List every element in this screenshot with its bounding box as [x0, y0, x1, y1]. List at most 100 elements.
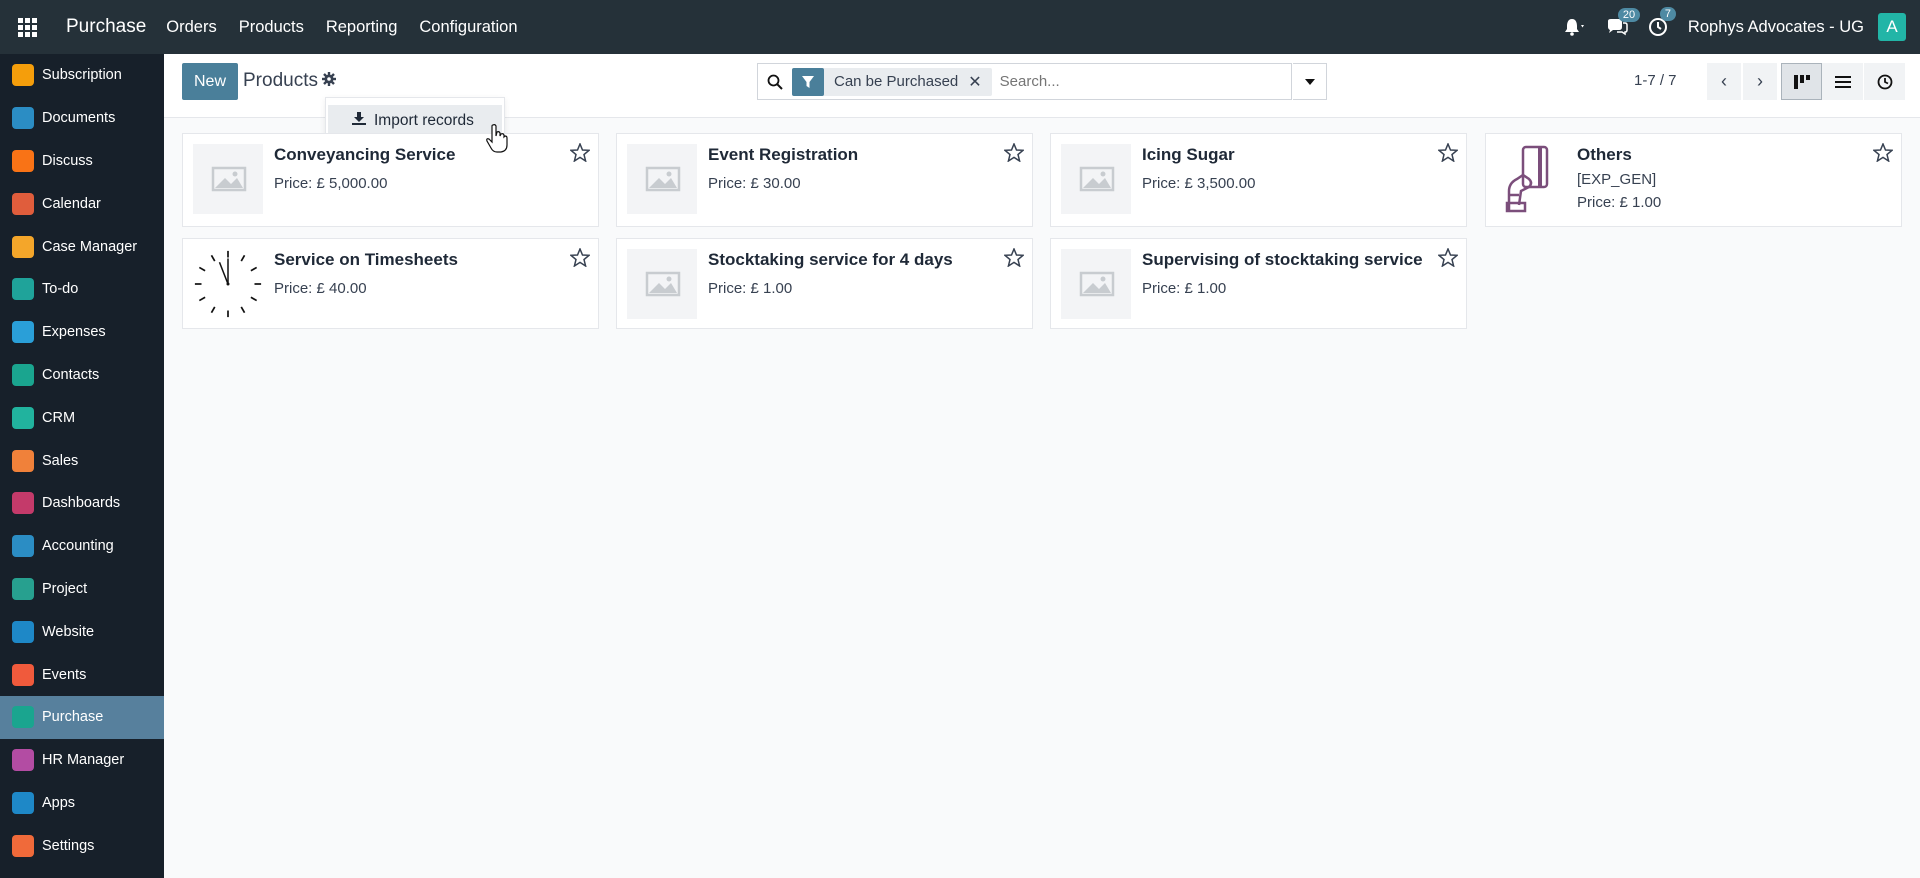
search-icon[interactable] — [762, 74, 788, 90]
product-price: Price: £ 5,000.00 — [274, 175, 388, 192]
sidebar-item-contacts[interactable]: Contacts — [0, 354, 164, 397]
sidebar-item-hr-manager[interactable]: HR Manager — [0, 739, 164, 782]
favorite-star-icon[interactable] — [1872, 142, 1894, 166]
company-switcher[interactable]: Rophys Advocates - UG — [1688, 18, 1864, 37]
product-price: Price: £ 1.00 — [708, 280, 793, 297]
remove-facet-close-icon[interactable]: ✕ — [968, 72, 991, 92]
favorite-star-icon[interactable] — [569, 247, 591, 271]
sidebar-item-discuss[interactable]: Discuss — [0, 140, 164, 183]
apps-menu-icon[interactable] — [0, 0, 54, 54]
favorite-star-icon[interactable] — [1003, 142, 1025, 166]
sidebar-item-accounting[interactable]: Accounting — [0, 525, 164, 568]
sidebar-item-expenses[interactable]: Expenses — [0, 311, 164, 354]
apps-icon — [12, 791, 34, 814]
product-name: Stocktaking service for 4 days — [708, 250, 953, 269]
systray: 20 7 Rophys Advocates - UG A — [1564, 0, 1920, 54]
filter-facet: Can be Purchased ✕ — [792, 67, 992, 96]
sidebar-item-label: CRM — [42, 409, 76, 426]
pager-previous-chevron-left-icon[interactable]: ‹ — [1707, 63, 1741, 100]
favorite-star-icon[interactable] — [1437, 142, 1459, 166]
dashboards-icon — [12, 492, 34, 515]
download-icon — [352, 112, 366, 130]
sidebar-item-label: Accounting — [42, 538, 114, 555]
sidebar-item-apps[interactable]: Apps — [0, 782, 164, 825]
new-button[interactable]: New — [182, 63, 238, 100]
crm-icon — [12, 406, 34, 429]
pager-next-chevron-right-icon[interactable]: › — [1743, 63, 1777, 100]
notifications-bell-icon[interactable] — [1564, 18, 1586, 36]
product-code: [EXP_GEN] — [1577, 171, 1657, 188]
list-view-icon[interactable] — [1822, 63, 1863, 100]
hr-manager-icon — [12, 749, 34, 772]
product-price: Price: £ 3,500.00 — [1142, 175, 1256, 192]
sidebar-item-to-do[interactable]: To-do — [0, 268, 164, 311]
kanban-view-icon[interactable] — [1781, 63, 1822, 100]
product-card[interactable]: Service on Timesheets Price: £ 40.00 — [182, 238, 599, 329]
settings-icon — [12, 834, 34, 857]
favorite-star-icon[interactable] — [1437, 247, 1459, 271]
messages-icon[interactable]: 20 — [1606, 8, 1641, 36]
calendar-icon — [12, 192, 34, 215]
activities-badge: 7 — [1659, 7, 1677, 21]
product-name: Icing Sugar — [1142, 145, 1235, 164]
sidebar-item-label: Sales — [42, 452, 79, 469]
subscription-icon — [12, 64, 34, 87]
sidebar-item-events[interactable]: Events — [0, 653, 164, 696]
sidebar-item-label: Apps — [42, 794, 76, 811]
breadcrumb-title: Products — [243, 70, 318, 91]
user-avatar[interactable]: A — [1878, 13, 1906, 41]
apps-sidebar: Subscription Documents Discuss Calendar Case… — [0, 54, 164, 878]
activities-clock-icon[interactable]: 7 — [1648, 7, 1677, 37]
search-input[interactable] — [999, 73, 1291, 90]
product-card[interactable]: Stocktaking service for 4 days Price: £ 1… — [616, 238, 1033, 329]
sidebar-item-documents[interactable]: Documents — [0, 97, 164, 140]
sidebar-item-case-manager[interactable]: Case Manager — [0, 225, 164, 268]
product-name: Event Registration — [708, 145, 859, 164]
sidebar-item-crm[interactable]: CRM — [0, 396, 164, 439]
sidebar-item-label: Subscription — [42, 67, 122, 84]
product-card[interactable]: Supervising of stocktaking service Price:… — [1050, 238, 1467, 329]
purchase-icon — [12, 706, 34, 729]
search-options-chevron-down-icon[interactable] — [1293, 63, 1327, 100]
product-card[interactable]: Event Registration Price: £ 30.00 — [616, 133, 1033, 227]
sidebar-item-calendar[interactable]: Calendar — [0, 182, 164, 225]
sidebar-item-label: Expenses — [42, 324, 106, 341]
menu-reporting[interactable]: Reporting — [326, 18, 398, 37]
sidebar-item-purchase[interactable]: Purchase — [0, 695, 164, 739]
placeholder-image-icon — [1061, 144, 1131, 214]
sidebar-item-sales[interactable]: Sales — [0, 439, 164, 482]
product-price: Price: £ 1.00 — [1142, 280, 1227, 297]
clock-icon — [193, 249, 263, 319]
import-records-label: Import records — [374, 112, 474, 129]
discuss-icon — [12, 149, 34, 172]
sidebar-item-settings[interactable]: Settings — [0, 824, 164, 867]
sidebar-item-label: Purchase — [42, 709, 104, 726]
gear-icon[interactable] — [322, 71, 336, 91]
sidebar-item-project[interactable]: Project — [0, 568, 164, 611]
product-price: Price: £ 40.00 — [274, 280, 367, 297]
project-icon — [12, 577, 34, 600]
filter-funnel-icon — [792, 67, 824, 96]
pager-value[interactable]: 1-7 / 7 — [1634, 72, 1677, 89]
sidebar-item-dashboards[interactable]: Dashboards — [0, 482, 164, 525]
favorite-star-icon[interactable] — [569, 142, 591, 166]
documents-icon — [12, 107, 34, 130]
product-name: Supervising of stocktaking service — [1142, 250, 1423, 269]
product-card[interactable]: Conveyancing Service Price: £ 5,000.00 — [182, 133, 599, 227]
sidebar-item-label: Contacts — [42, 366, 100, 383]
favorite-star-icon[interactable] — [1003, 247, 1025, 271]
sidebar-item-label: Discuss — [42, 152, 93, 169]
activity-view-clock-icon[interactable] — [1864, 63, 1905, 100]
placeholder-image-icon — [1061, 249, 1131, 319]
product-card[interactable]: Others [EXP_GEN] Price: £ 1.00 — [1485, 133, 1902, 227]
sidebar-item-website[interactable]: Website — [0, 610, 164, 653]
hand-card-icon — [1496, 144, 1566, 214]
menu-products[interactable]: Products — [239, 18, 304, 37]
sidebar-item-subscription[interactable]: Subscription — [0, 54, 164, 97]
product-card[interactable]: Icing Sugar Price: £ 3,500.00 — [1050, 133, 1467, 227]
menu-configuration[interactable]: Configuration — [419, 18, 517, 37]
sidebar-item-label: Dashboards — [42, 495, 121, 512]
facet-label: Can be Purchased — [834, 73, 959, 90]
app-title[interactable]: Purchase — [66, 16, 146, 38]
menu-orders[interactable]: Orders — [166, 18, 216, 37]
